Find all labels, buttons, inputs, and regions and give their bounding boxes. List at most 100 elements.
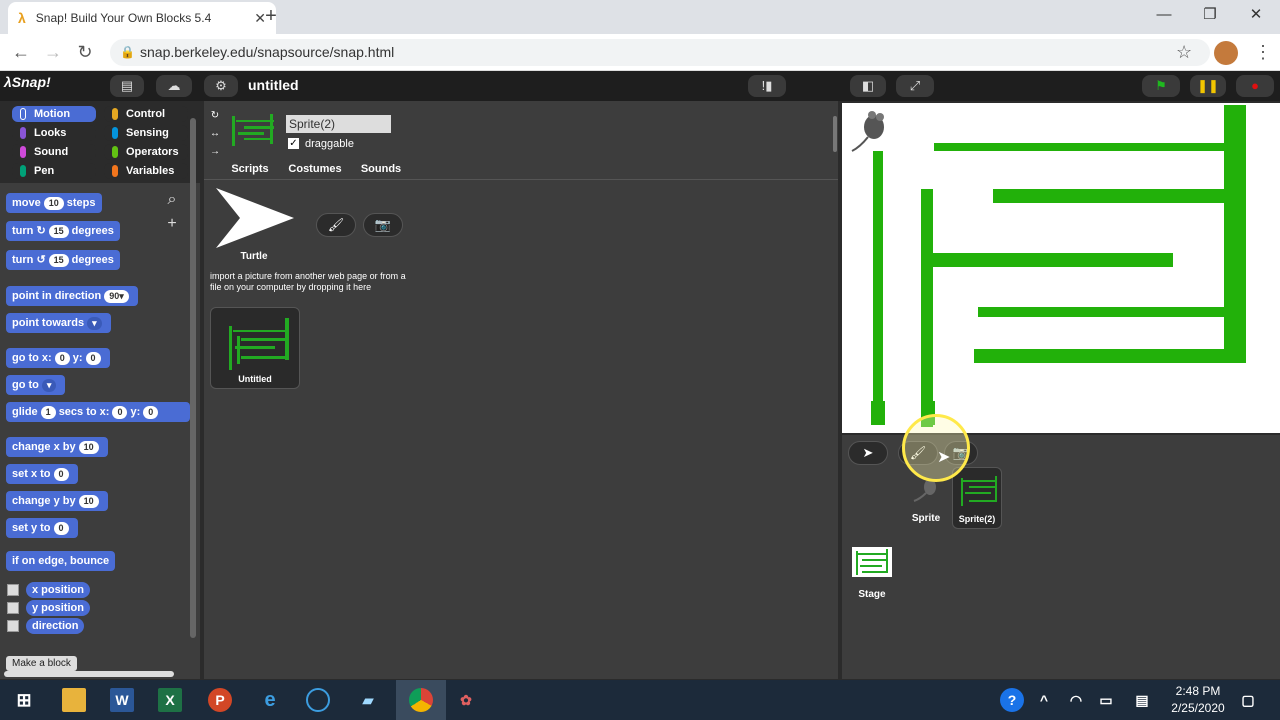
palette-scrollbar[interactable] xyxy=(190,118,196,638)
draggable-label: draggable xyxy=(305,138,354,150)
block-go-to-xy[interactable]: go to x: 0 y: 0 xyxy=(6,348,110,368)
direction-checkbox[interactable] xyxy=(7,620,19,632)
scripts-scrollbar[interactable] xyxy=(833,116,837,152)
mouse-sprite-icon[interactable] xyxy=(850,109,892,153)
rotation-style-flip-icon[interactable]: ↔ xyxy=(208,128,222,139)
stage-size-icon[interactable]: !▮ xyxy=(748,75,786,97)
forward-button[interactable]: → xyxy=(42,42,64,63)
edge-icon[interactable]: e xyxy=(258,688,282,712)
block-change-x[interactable]: change x by 10 xyxy=(6,437,108,457)
sprite-item-sprite2[interactable]: Sprite(2) xyxy=(952,467,1002,529)
address-toolbar: ← → ↻ 🔒 snap.berkeley.edu/snapsource/sna… xyxy=(0,34,1280,71)
tab-sounds[interactable]: Sounds xyxy=(354,160,408,179)
reporter-x-position[interactable]: x position xyxy=(26,582,90,598)
x-position-checkbox[interactable] xyxy=(7,584,19,596)
block-point-towards[interactable]: point towards ▾ xyxy=(6,313,111,333)
block-change-y[interactable]: change y by 10 xyxy=(6,491,108,511)
normal-stage-icon[interactable]: ◧ xyxy=(850,75,886,97)
turtle-costume-arrow-icon[interactable] xyxy=(212,186,298,252)
category-control[interactable]: Control xyxy=(104,106,188,122)
browser-menu-icon[interactable]: ⋮ xyxy=(1254,42,1272,63)
block-point-in-direction[interactable]: point in direction 90▾ xyxy=(6,286,138,306)
reporter-direction[interactable]: direction xyxy=(26,618,85,634)
rotation-style-rotate-icon[interactable]: ↻ xyxy=(208,110,222,121)
stage-item[interactable]: Stage xyxy=(850,545,894,605)
close-window-button[interactable]: ✕ xyxy=(1236,4,1276,26)
category-sensing[interactable]: Sensing xyxy=(104,125,188,141)
settings-gear-icon[interactable]: ⚙ xyxy=(204,75,238,97)
reload-button[interactable]: ↻ xyxy=(74,42,96,63)
url-text: snap.berkeley.edu/snapsource/snap.html xyxy=(140,44,395,60)
palette-horizontal-scrollbar[interactable] xyxy=(4,671,174,677)
help-icon[interactable]: ? xyxy=(1000,688,1024,712)
stop-icon[interactable]: ● xyxy=(1236,75,1274,97)
stage-canvas[interactable] xyxy=(842,103,1280,433)
profile-avatar[interactable] xyxy=(1214,41,1238,65)
search-blocks-icon[interactable]: ⌕ xyxy=(162,190,182,210)
tab-scripts[interactable]: Scripts xyxy=(224,160,276,179)
show-hidden-icons-icon[interactable]: ^ xyxy=(1032,688,1056,712)
browser-tab[interactable]: λ Snap! Build Your Own Blocks 5.4 ✕ xyxy=(8,2,276,34)
category-pen[interactable]: Pen xyxy=(12,163,96,179)
pen-app-icon[interactable]: ▰ xyxy=(356,688,380,712)
block-turn-clockwise[interactable]: turn ↻ 15 degrees xyxy=(6,221,120,241)
tab-costumes[interactable]: Costumes xyxy=(280,160,350,179)
chrome-taskbar-item[interactable] xyxy=(396,680,446,720)
costume-untitled[interactable]: Untitled xyxy=(210,307,300,389)
block-bounce[interactable]: if on edge, bounce xyxy=(6,551,116,571)
block-set-y[interactable]: set y to 0 xyxy=(6,518,78,538)
restore-button[interactable]: ❐ xyxy=(1190,4,1230,26)
sprite-item-label: Sprite(2) xyxy=(958,514,996,524)
block-move[interactable]: move 10 steps xyxy=(6,193,102,213)
new-tab-button[interactable]: + xyxy=(260,4,282,28)
file-explorer-icon[interactable] xyxy=(62,688,86,712)
y-position-checkbox[interactable] xyxy=(7,602,19,614)
bookmark-star-icon[interactable]: ☆ xyxy=(1176,42,1192,63)
cortana-icon[interactable] xyxy=(306,688,330,712)
url-bar[interactable]: 🔒 snap.berkeley.edu/snapsource/snap.html xyxy=(110,39,1210,66)
costumes-pane xyxy=(204,179,838,679)
snap-logo[interactable]: λSnap! xyxy=(4,74,51,90)
excel-icon[interactable]: X xyxy=(158,688,182,712)
add-turtle-sprite-button[interactable]: ➤ xyxy=(848,441,888,465)
green-flag-icon[interactable]: ⚑ xyxy=(1142,75,1180,97)
pause-icon[interactable]: ❚❚ xyxy=(1190,75,1226,97)
snap-favicon-icon: λ xyxy=(18,10,26,26)
presentation-mode-icon[interactable]: ⤢ xyxy=(896,75,934,97)
category-motion[interactable]: Motion xyxy=(12,106,96,122)
file-menu-icon[interactable]: ▤ xyxy=(110,75,144,97)
paint-new-costume-button[interactable]: 🖌 xyxy=(316,213,356,237)
block-turn-counterclockwise[interactable]: turn ↺ 15 degrees xyxy=(6,250,120,270)
add-block-icon[interactable]: + xyxy=(162,214,182,234)
taskbar-clock[interactable]: 2:48 PM 2/25/2020 xyxy=(1168,683,1228,717)
import-hint-text: import a picture from another web page o… xyxy=(210,271,406,292)
sprite-name-field[interactable]: Sprite(2) xyxy=(286,115,391,133)
wifi-icon[interactable]: ◠ xyxy=(1064,688,1088,712)
back-button[interactable]: ← xyxy=(10,42,32,63)
block-glide[interactable]: glide 1 secs to x: 0 y: 0 xyxy=(6,402,190,422)
reporter-y-position[interactable]: y position xyxy=(26,600,90,616)
sprite-item-label: Sprite xyxy=(911,513,941,524)
battery-icon[interactable]: ▭ xyxy=(1094,688,1118,712)
notifications-icon[interactable]: ▢ xyxy=(1236,688,1260,712)
tab-title: Snap! Build Your Own Blocks 5.4 xyxy=(35,11,212,25)
powerpoint-icon[interactable]: P xyxy=(208,688,232,712)
snap-taskbar-icon[interactable]: ✿ xyxy=(454,688,478,712)
windows-start-icon[interactable]: ⊞ xyxy=(12,688,36,712)
minimize-button[interactable]: — xyxy=(1144,4,1184,26)
category-sound[interactable]: Sound xyxy=(12,144,96,160)
block-go-to[interactable]: go to ▾ xyxy=(6,375,66,395)
category-operators[interactable]: Operators xyxy=(104,144,188,160)
camera-costume-button[interactable]: 📷 xyxy=(363,213,403,237)
draggable-checkbox[interactable]: ✓ xyxy=(288,138,299,149)
block-set-x[interactable]: set x to 0 xyxy=(6,464,78,484)
word-icon[interactable]: W xyxy=(110,688,134,712)
category-variables[interactable]: Variables xyxy=(104,163,188,179)
category-looks[interactable]: Looks xyxy=(12,125,96,141)
make-a-block-tooltip[interactable]: Make a block xyxy=(6,656,77,671)
snap-toolbar: λSnap! ▤ ☁ ⚙ untitled !▮ ◧ ⤢ ⚑ ❚❚ ● xyxy=(0,71,1280,101)
keyboard-icon[interactable]: ▤ xyxy=(1130,688,1154,712)
windows-taskbar: ⊞ W X P e ▰ ✿ ? ^ ◠ ▭ ▤ ▢ xyxy=(0,680,1280,720)
rotation-style-none-icon[interactable]: → xyxy=(208,146,222,157)
cloud-menu-icon[interactable]: ☁ xyxy=(156,75,192,97)
